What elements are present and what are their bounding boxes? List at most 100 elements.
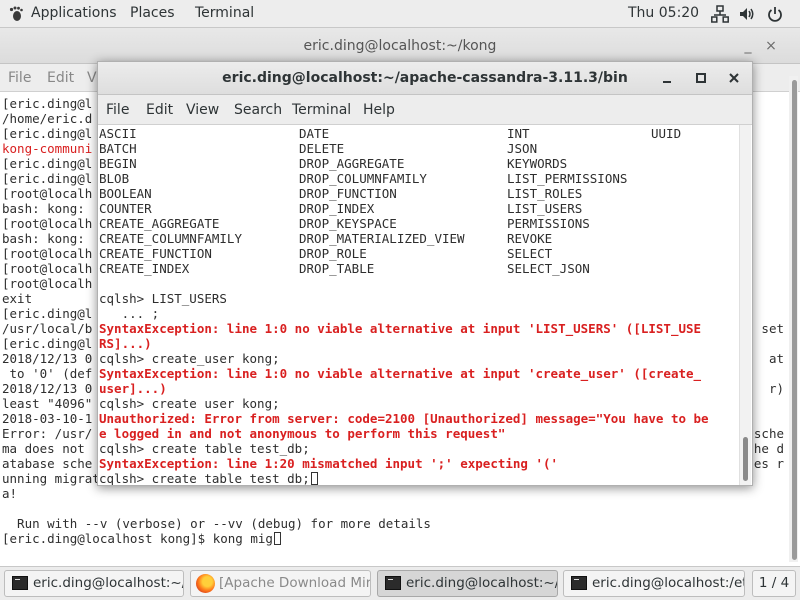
cql-keyword: LIST_PERMISSIONS [507,171,628,186]
maximize-icon[interactable] [695,72,707,84]
task-firefox[interactable]: [Apache Download Mir... [190,570,371,597]
back-terminal-line: bash: kong: [2,231,85,246]
cql-keyword: DROP_COLUMNFAMILY [299,171,427,186]
back-terminal-line: [eric.ding@localhost kong]$ kong mig [2,531,273,546]
back-terminal-line: a! [2,486,18,501]
volume-icon[interactable] [738,5,756,23]
cqlsh-line-text: ... ; [99,306,160,321]
cqlsh-line-text: SyntaxException: line 1:0 no viable alte… [99,321,702,336]
back-terminal-line: [root@localh [2,276,93,291]
back-scrollbar-thumb[interactable] [792,80,797,560]
task-label: [Apache Download Mir... [219,575,371,591]
cql-keyword: UUID [651,126,682,141]
front-window-title: eric.ding@localhost:~/apache-cassandra-3… [222,70,628,86]
cql-keyword: DROP_TABLE [299,261,375,276]
cql-keyword: DROP_MATERIALIZED_VIEW [299,231,465,246]
back-terminal-line: ma does not [2,441,85,456]
task-etc-terminal[interactable]: eric.ding@localhost:/et... [563,570,745,597]
cqlsh-line-text: SyntaxException: line 1:20 mismatched in… [99,456,559,471]
front-scrollbar-thumb[interactable] [743,437,748,481]
menu-search[interactable]: Search [234,95,282,125]
cqlsh-line-text: cqlsh> create table test_db; [99,471,310,485]
terminal-app-menu[interactable]: Terminal [195,0,254,28]
cqlsh-error-line: e logged in and not anonymous to perform… [99,426,505,441]
cql-keyword: CREATE_INDEX [99,261,190,276]
firefox-icon [196,574,215,593]
back-terminal-line: [eric.ding@l [2,126,93,141]
clock[interactable]: Thu 05:20 [628,0,699,28]
back-minimize-button[interactable]: _ [741,39,755,53]
cql-keyword: BEGIN [99,156,137,171]
back-terminal-line: bash: kong: [2,201,85,216]
cqlsh-error-line: SyntaxException: line 1:0 no viable alte… [99,321,701,336]
back-terminal-line: Run with --v (verbose) or --vv (debug) f… [2,516,431,531]
task-cassandra-terminal[interactable]: eric.ding@localhost:~/... [377,570,558,597]
workspace-switcher[interactable]: 1 / 4 [752,570,796,597]
back-menu-view[interactable]: V [87,64,97,92]
back-terminal-line: [eric.ding@l [2,336,93,351]
cql-keyword: DROP_ROLE [299,246,367,261]
back-terminal-fragment: at [768,351,784,366]
terminal-icon [385,576,401,590]
cql-keyword: INT [507,126,530,141]
back-terminal-line: /usr/local/b [2,321,93,336]
back-terminal-line: Error: /usr/ [2,426,93,441]
task-label: eric.ding@localhost:~/... [406,575,558,591]
back-terminal-line: [eric.ding@l [2,306,93,321]
cqlsh-line-text: cqlsh> create user kong; [99,396,280,411]
menu-file[interactable]: File [106,95,129,125]
back-terminal-line: [eric.ding@l [2,171,93,186]
cqlsh-line: ... ; [99,306,160,321]
cql-keyword: BATCH [99,141,137,156]
cql-keyword: COUNTER [99,201,152,216]
cql-keyword: SELECT_JSON [507,261,590,276]
menu-edit[interactable]: Edit [146,95,173,125]
back-terminal-line: kong-communi [2,141,93,156]
back-terminal-cursor [274,532,282,545]
places-menu[interactable]: Places [130,0,175,28]
cqlsh-line: cqlsh> LIST_USERS [99,291,227,306]
front-terminal-window[interactable]: eric.ding@localhost:~/apache-cassandra-3… [97,61,753,486]
menu-help[interactable]: Help [363,95,395,125]
back-window-titlebar[interactable]: eric.ding@localhost:~/kong _ × [0,28,800,64]
back-terminal-line: [eric.ding@l [2,156,93,171]
cql-keyword: SELECT [507,246,553,261]
back-menu-file[interactable]: File [8,64,31,92]
menu-view[interactable]: View [186,95,219,125]
front-menubar: File Edit View Search Terminal Help [98,95,752,125]
minimize-icon[interactable] [661,72,673,84]
cql-keyword: CREATE_AGGREGATE [99,216,220,231]
cqlsh-terminal-output[interactable]: ASCII DATE INT UUID BATCH DELETE JSON BEGIN DROP… [98,125,738,485]
cqlsh-line-text: Unauthorized: Error from server: code=21… [99,411,709,426]
cqlsh-error-line: SyntaxException: line 1:0 no viable alte… [99,366,701,381]
back-terminal-line: exit [2,291,33,306]
close-icon[interactable] [728,72,740,84]
cqlsh-line: cqlsh> create table test_db; [99,471,318,485]
front-window-titlebar[interactable]: eric.ding@localhost:~/apache-cassandra-3… [98,62,752,95]
cql-keyword: BLOB [99,171,130,186]
cql-keyword: JSON [507,141,538,156]
cql-keyword: DATE [299,126,330,141]
cql-keyword: LIST_USERS [507,201,583,216]
cqlsh-error-line: user]...) [99,381,167,396]
back-terminal-line: /home/eric.d [2,111,93,126]
back-terminal-line: 2018/12/13 0 [2,381,93,396]
back-terminal-line: 2018-03-10-1 [2,411,93,426]
back-close-button[interactable]: × [764,39,778,53]
network-icon[interactable] [711,5,729,23]
front-scrollbar[interactable] [739,125,751,485]
cql-keyword: REVOKE [507,231,553,246]
terminal-icon [12,576,28,590]
menu-terminal[interactable]: Terminal [292,95,351,125]
task-kong-terminal[interactable]: eric.ding@localhost:~/... [4,570,184,597]
cqlsh-line-text: RS]...) [99,336,152,351]
back-terminal-fragment: es r [753,456,784,471]
cql-keyword: CREATE_FUNCTION [99,246,212,261]
power-icon[interactable] [766,5,784,23]
cqlsh-line: cqlsh> create table test_db; [99,441,310,456]
cqlsh-line-text: cqlsh> create table test_db; [99,441,310,456]
cqlsh-line: cqlsh> create user kong; [99,396,280,411]
back-menu-edit[interactable]: Edit [47,64,74,92]
back-terminal-line: [root@localh [2,216,93,231]
cqlsh-line-text: user]...) [99,381,167,396]
